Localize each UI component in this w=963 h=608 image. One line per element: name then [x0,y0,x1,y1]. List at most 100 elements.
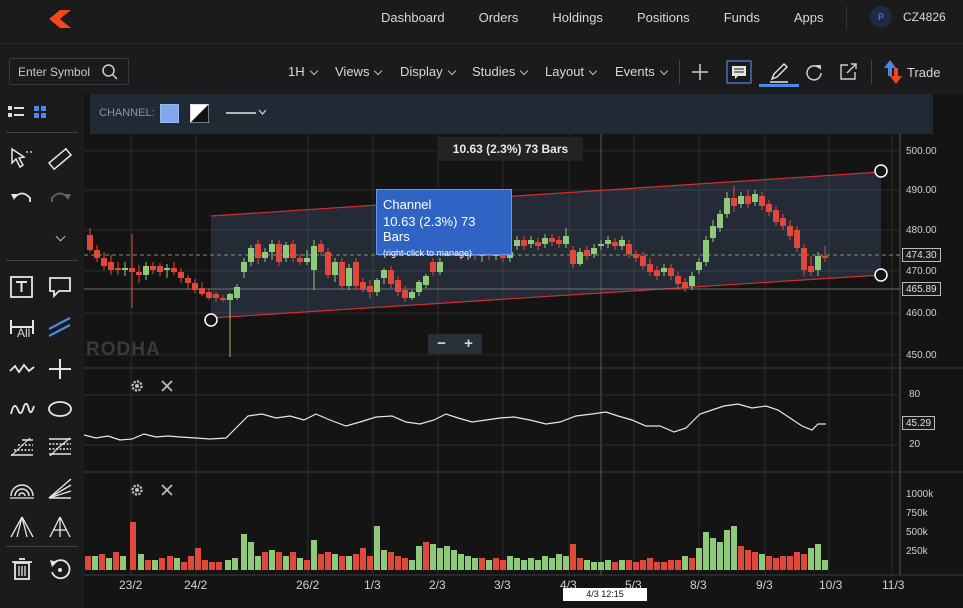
channel-measure-label: 10.63 (2.3%) 73 Bars [438,137,583,161]
candle-body [150,266,156,270]
candle-body [591,248,597,254]
pitchfork-icon[interactable] [46,514,74,540]
candle-body [626,244,632,254]
channel-anchor-handle[interactable] [874,164,888,178]
nav-orders[interactable]: Orders [479,10,519,25]
candle-body [234,287,240,298]
candle-body [724,198,730,214]
volume-axis-label: 500k [906,527,928,538]
events-label: Events [615,64,655,79]
volume-bar [332,554,338,570]
fib-fan-icon[interactable] [46,476,74,502]
nav-links: Dashboard Orders Holdings Positions Fund… [381,0,857,34]
candle-body [577,252,583,264]
chevron-down-icon[interactable] [55,231,66,242]
horizontal-ray-icon[interactable] [8,314,36,340]
symbol-input[interactable] [18,64,108,80]
volume-bar [402,558,408,570]
candle-body [402,290,408,298]
x-axis-label: 23/2 [119,578,143,592]
trade-arrows-icon[interactable] [883,58,903,86]
candle-body [640,256,646,266]
volume-bar [216,562,222,570]
candle-body [598,244,604,246]
volume-bar [444,546,450,570]
freeform-icon[interactable] [8,396,36,422]
symbol-search[interactable] [9,58,129,85]
channel-color-swatch[interactable] [160,104,179,123]
volume-bar [752,552,758,570]
candle-body [290,244,296,258]
volume-bar [174,558,180,570]
redo-icon[interactable] [46,186,74,212]
volume-close-icon[interactable] [159,482,175,498]
nav-dashboard[interactable]: Dashboard [381,10,445,25]
comment-icon[interactable] [726,60,752,84]
draw-pencil-icon[interactable] [766,60,792,84]
interval-label: 1H [288,64,305,79]
undo-icon[interactable] [8,186,36,212]
channel-anchor-handle[interactable] [874,268,888,282]
volume-bar [255,556,261,570]
nav-apps[interactable]: Apps [794,10,824,25]
crosshair-tool-icon[interactable] [46,356,74,382]
volume-bar [416,546,422,570]
crosshair-price-tag: 465.89 [902,282,941,296]
volume-bar [92,556,98,570]
zoom-out-button[interactable]: − [428,334,455,354]
callout-icon[interactable] [46,274,74,300]
popout-icon[interactable] [836,60,862,84]
ellipse-icon[interactable] [46,396,74,422]
zoom-in-button[interactable]: + [455,334,482,354]
kite-logo[interactable] [47,8,79,30]
price-chart[interactable] [84,134,963,608]
views-menu[interactable]: Views [335,64,383,79]
display-menu[interactable]: Display [400,64,456,79]
divider [6,132,78,133]
candle-body [199,288,205,294]
volume-bar [437,548,443,570]
fib-arcs-icon[interactable] [8,476,36,502]
chevron-down-icon [520,66,529,76]
layout-menu[interactable]: Layout [545,64,598,79]
candle-body [262,252,268,258]
user-id[interactable]: CZ4826 [903,10,946,24]
volume-bar [388,552,394,570]
search-icon[interactable] [101,63,119,81]
avatar[interactable]: P [870,6,892,28]
line-style-select[interactable] [224,106,270,120]
channel-tooltip[interactable]: Channel 10.63 (2.3%) 73 Bars (right-clic… [376,189,512,258]
studies-menu[interactable]: Studies [472,64,529,79]
events-menu[interactable]: Events [615,64,668,79]
fill-toggle-icon[interactable] [190,104,209,123]
continuous-line-icon[interactable] [8,356,36,382]
select-cursor-icon[interactable] [8,146,36,172]
nav-positions[interactable]: Positions [637,10,690,25]
volume-settings-gear-icon[interactable] [129,482,145,498]
candle-body [549,238,555,242]
candle-body [318,244,324,252]
text-tool-icon[interactable] [8,274,36,300]
volume-bar [409,560,415,570]
nav-funds[interactable]: Funds [724,10,760,25]
restore-icon[interactable] [46,556,74,582]
nav-holdings[interactable]: Holdings [552,10,603,25]
grid-view-icon[interactable] [30,102,58,128]
rsi-close-icon[interactable] [159,378,175,394]
trade-button[interactable]: Trade [907,65,940,80]
gann-fan-icon[interactable] [8,514,36,540]
volume-bar [395,556,401,570]
fib-retracement-icon[interactable] [8,434,36,460]
top-nav: Dashboard Orders Holdings Positions Fund… [0,0,963,44]
refresh-icon[interactable] [801,60,827,84]
trash-icon[interactable] [8,556,36,582]
volume-bar [661,562,667,570]
fib-extension-icon[interactable] [46,434,74,460]
ruler-icon[interactable] [46,146,74,172]
candle-body [766,204,772,212]
interval-menu[interactable]: 1H [288,64,318,79]
channel-anchor-handle[interactable] [204,313,218,327]
rsi-settings-gear-icon[interactable] [129,378,145,394]
channel-tool-icon[interactable] [46,314,74,340]
crosshair-icon[interactable] [687,60,713,84]
